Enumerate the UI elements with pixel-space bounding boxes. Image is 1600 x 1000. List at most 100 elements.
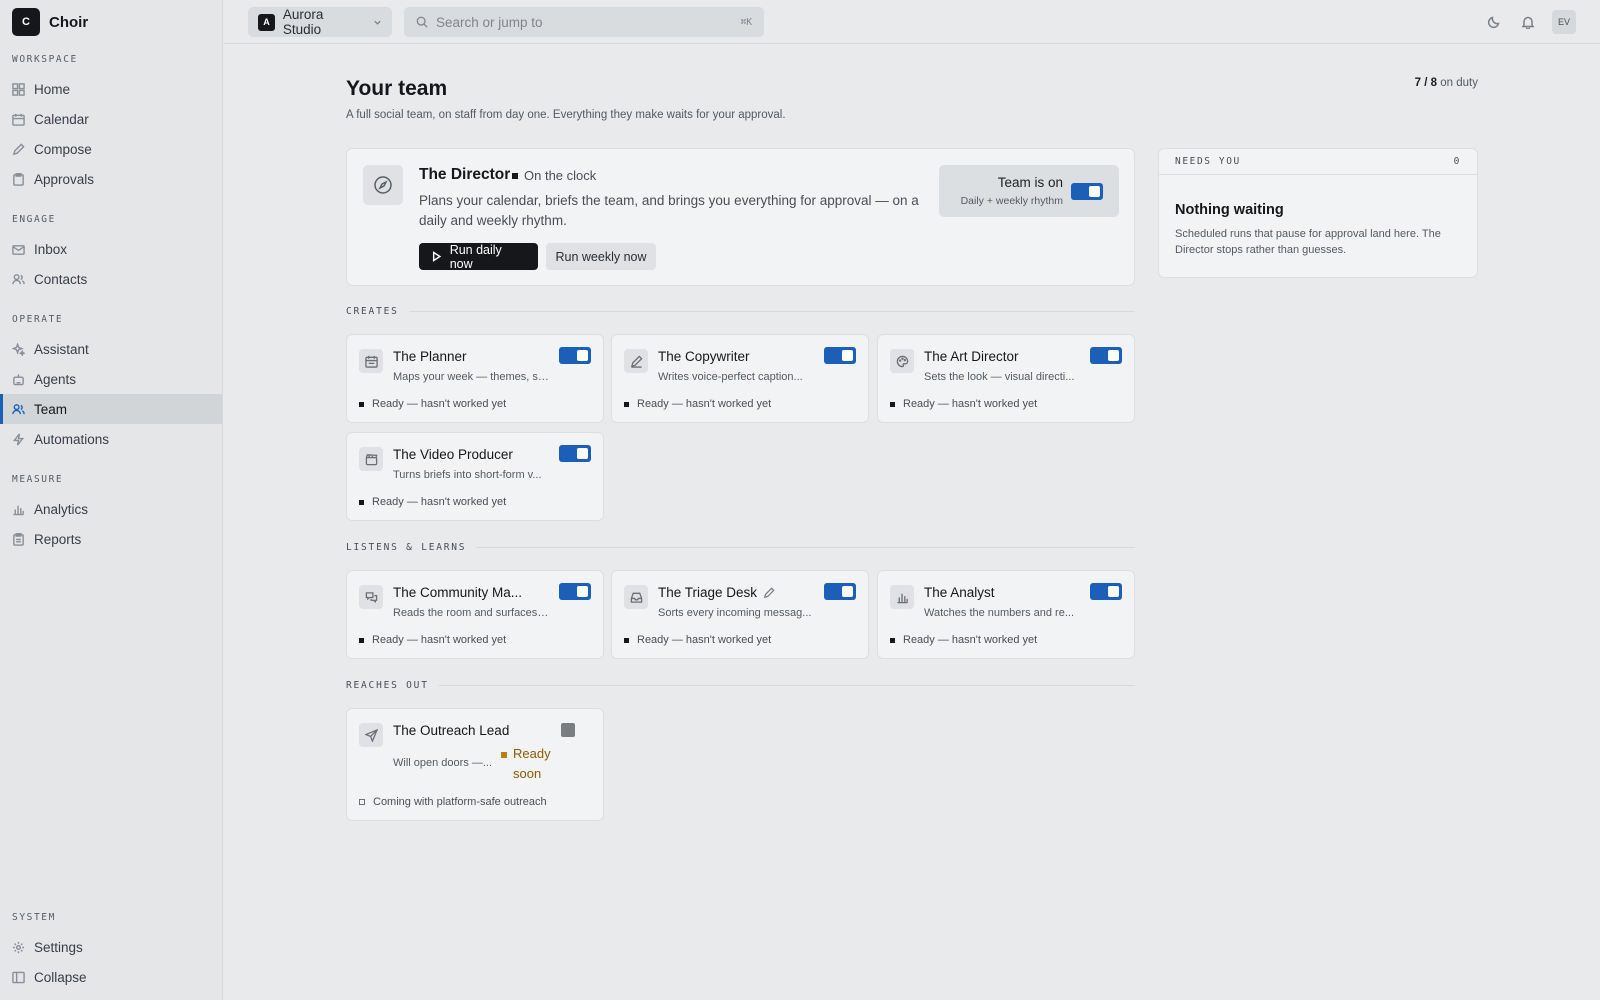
search-placeholder: Search or jump to	[436, 14, 543, 30]
sidebar-item-reports[interactable]: Reports	[0, 524, 222, 554]
agent-card-analyst[interactable]: The Analyst Watches the numbers and re..…	[877, 570, 1135, 659]
user-avatar[interactable]: EV	[1552, 10, 1576, 34]
agent-status: Ready — hasn't worked yet	[359, 634, 506, 646]
sidebar-item-collapse[interactable]: Collapse	[0, 962, 222, 992]
brand-name: Choir	[49, 13, 89, 31]
needs-you-text: Scheduled runs that pause for approval l…	[1175, 228, 1441, 256]
agent-toggle[interactable]	[559, 583, 591, 600]
agent-name: The Art Director	[924, 349, 1019, 364]
agent-status-text: Ready — hasn't worked yet	[903, 634, 1038, 646]
sidebar-item-label: Settings	[34, 939, 83, 955]
sidebar-item-approvals[interactable]: Approvals	[0, 164, 222, 194]
agent-card-triage-desk[interactable]: The Triage Desk Sorts every incoming mes…	[611, 570, 869, 659]
agent-avatar	[890, 349, 914, 373]
notifications-button[interactable]	[1518, 12, 1538, 32]
sidebar-item-contacts[interactable]: Contacts	[0, 264, 222, 294]
top-bar: A Aurora Studio Search or jump to ⌘K EV	[224, 0, 1600, 44]
on-duty-number: 7 / 8	[1414, 77, 1438, 89]
clipboard-icon	[13, 172, 24, 186]
agent-card-outreach-lead[interactable]: The Outreach Lead Will open doors —... R…	[346, 708, 604, 821]
agent-status: Ready — hasn't worked yet	[624, 634, 771, 646]
agent-toggle[interactable]	[824, 583, 856, 600]
director-status: On the clock	[512, 168, 596, 183]
agent-name: The Copywriter	[658, 349, 750, 364]
section-label: CREATES	[346, 306, 399, 317]
director-description: Plans your calendar, briefs the team, an…	[419, 193, 919, 228]
brand[interactable]: C Choir	[0, 0, 222, 44]
sidebar-item-label: Collapse	[34, 969, 87, 985]
team-on-title: Team is on	[997, 175, 1063, 190]
sidebar-item-label: Automations	[34, 431, 110, 447]
sidebar-item-automations[interactable]: Automations	[0, 424, 222, 454]
sidebar-item-team[interactable]: Team	[0, 394, 222, 424]
sidebar-item-settings[interactable]: Settings	[0, 932, 222, 962]
needs-you-panel: NEEDS YOU 0 Nothing waiting Scheduled ru…	[1158, 148, 1478, 278]
agent-toggle[interactable]	[1090, 583, 1122, 600]
agent-toggle[interactable]	[559, 347, 591, 364]
edit-pencil-icon[interactable]	[763, 586, 775, 599]
director-name: The Director	[419, 166, 511, 183]
agent-card-community-manager[interactable]: The Community Ma... Reads the room and s…	[346, 570, 604, 659]
nav-section-system: SYSTEM	[12, 912, 56, 923]
agent-status: Ready — hasn't worked yet	[359, 398, 506, 410]
run-daily-button[interactable]: Run daily now	[419, 243, 538, 271]
agent-toggle[interactable]	[1090, 347, 1122, 364]
page-subtitle: A full social team, on staff from day on…	[346, 109, 786, 121]
theme-toggle-button[interactable]	[1484, 12, 1504, 32]
run-weekly-button[interactable]: Run weekly now	[546, 243, 656, 270]
sidebar-item-label: Agents	[34, 371, 77, 387]
sidebar-item-label: Reports	[34, 531, 82, 547]
gear-icon	[12, 941, 25, 953]
sidebar-item-calendar[interactable]: Calendar	[0, 104, 222, 134]
agent-avatar	[624, 349, 648, 373]
workspace-badge: A	[258, 13, 275, 31]
agent-status-text: Ready — hasn't worked yet	[372, 496, 507, 508]
agent-avatar	[359, 723, 383, 747]
sidebar-item-assistant[interactable]: Assistant	[0, 334, 222, 364]
search-input[interactable]: Search or jump to ⌘K	[404, 7, 764, 37]
agent-name: The Planner	[393, 349, 467, 364]
agent-card-planner[interactable]: The Planner Maps your week — themes, sl.…	[346, 334, 604, 423]
on-duty-count: 7 / 8 on duty	[1415, 77, 1478, 89]
ready-soon-line1: Ready	[513, 746, 551, 761]
agent-card-art-director[interactable]: The Art Director Sets the look — visual …	[877, 334, 1135, 423]
team-icon	[12, 403, 25, 414]
agent-toggle[interactable]	[559, 445, 591, 462]
home-grid-icon	[12, 82, 25, 96]
workspace-switcher[interactable]: A Aurora Studio	[248, 7, 392, 37]
sidebar-item-home[interactable]: Home	[0, 74, 222, 104]
status-dot-outline	[359, 799, 365, 805]
report-icon	[13, 532, 24, 546]
agent-toggle[interactable]	[824, 347, 856, 364]
sidebar-item-label: Team	[34, 401, 68, 417]
sidebar-item-label: Approvals	[34, 171, 95, 187]
agent-card-copywriter[interactable]: The Copywriter Writes voice-perfect capt…	[611, 334, 869, 423]
agent-name: The Video Producer	[393, 447, 513, 462]
inbox-icon	[12, 244, 25, 255]
sidebar-item-analytics[interactable]: Analytics	[0, 494, 222, 524]
agent-status: Ready — hasn't worked yet	[890, 398, 1037, 410]
sidebar-item-agents[interactable]: Agents	[0, 364, 222, 394]
sidebar-item-label: Home	[34, 81, 71, 97]
agent-description: Reads the room and surfaces ...	[393, 607, 549, 619]
agent-card-video-producer[interactable]: The Video Producer Turns briefs into sho…	[346, 432, 604, 521]
sidebar-item-inbox[interactable]: Inbox	[0, 234, 222, 264]
brand-logo: C	[12, 8, 40, 36]
agent-description: Sorts every incoming messag...	[658, 607, 812, 619]
team-toggle[interactable]	[1071, 183, 1103, 200]
agent-description: Will open doors —...	[393, 757, 493, 769]
calendar-icon	[364, 355, 378, 368]
agent-status-text: Ready — hasn't worked yet	[637, 398, 772, 410]
status-dot	[890, 637, 895, 643]
robot-icon	[13, 373, 24, 385]
agent-status-text: Coming with platform-safe outreach	[373, 796, 547, 808]
status-dot	[890, 401, 895, 407]
agent-name: The Analyst	[924, 585, 995, 600]
sidebar-item-compose[interactable]: Compose	[0, 134, 222, 164]
play-icon	[432, 251, 442, 262]
agent-description: Turns briefs into short-form v...	[393, 469, 542, 481]
agent-avatar	[624, 585, 648, 609]
agent-name: The Outreach Lead	[393, 723, 510, 738]
lightning-icon	[12, 432, 25, 446]
status-dot	[359, 499, 364, 505]
